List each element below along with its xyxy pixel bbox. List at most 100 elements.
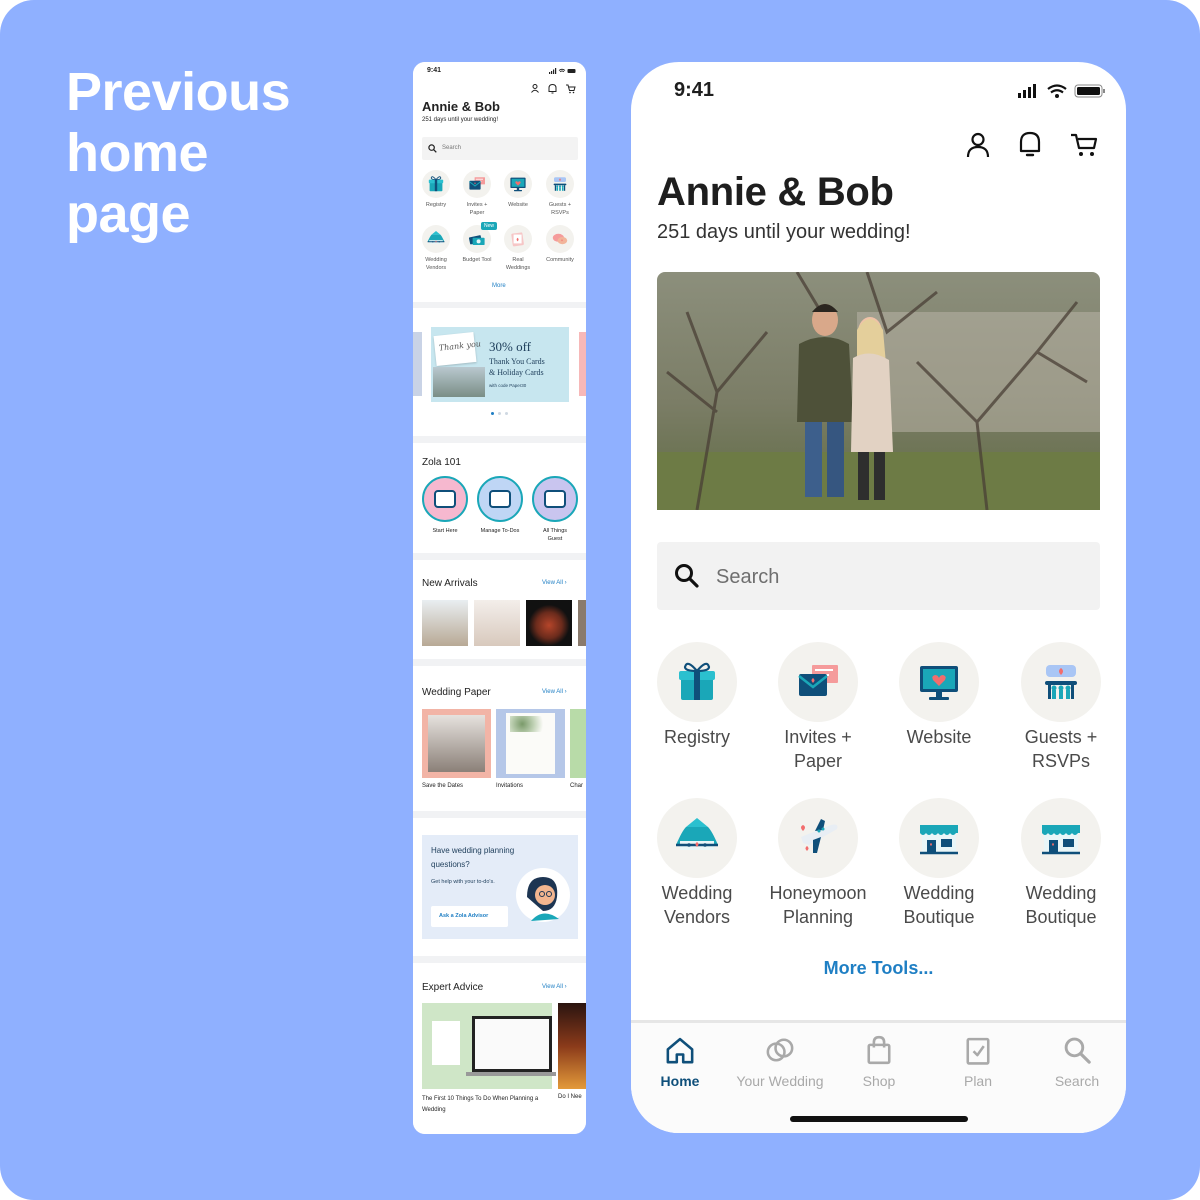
old-tool-circle (504, 170, 532, 198)
laptop-base (466, 1072, 556, 1076)
invitation-card (506, 713, 555, 774)
guests-icon (1045, 665, 1077, 699)
carousel-dot[interactable] (505, 412, 508, 415)
article-title-2[interactable]: Do I Nee (558, 1094, 582, 1100)
tool-label: Wedding Boutique (1025, 883, 1097, 927)
view-all-label: View All (542, 689, 563, 695)
tab-your-wedding[interactable]: Your Wedding (730, 1034, 830, 1089)
wedding-paper-title: Wedding Paper (422, 687, 491, 698)
old-tool-circle (422, 170, 450, 198)
guests-icon (553, 177, 567, 191)
tool-label: Registry (663, 727, 730, 747)
arrival-thumb[interactable] (422, 600, 468, 646)
tool-label: Honeymoon Planning (769, 883, 867, 927)
paper-thumb-peek[interactable] (570, 709, 586, 778)
old-tool-label: Budget Tool (462, 257, 492, 263)
arrival-thumb[interactable] (526, 600, 572, 646)
promo-card-image: Thank you (433, 331, 481, 367)
monitor-icon (920, 666, 958, 700)
old-search-placeholder: Search (442, 145, 462, 151)
wedding-paper-view-all[interactable]: View All › (542, 689, 567, 695)
zola101-title: Zola 101 (422, 457, 461, 468)
gift-icon (679, 662, 715, 700)
paper-thumb-save-the-dates[interactable] (422, 709, 491, 778)
old-tool-circle (546, 225, 574, 253)
old-header-section: 9:41 Annie & Bob 251 days until your wed… (413, 62, 586, 302)
airplane-icon (801, 819, 838, 853)
floral-decor (510, 716, 551, 732)
carousel-dot[interactable] (498, 412, 501, 415)
tab-home[interactable]: Home (631, 1034, 730, 1089)
expert-advice-title: Expert Advice (422, 982, 484, 993)
tool-icon-circle (1021, 642, 1101, 722)
advisor-card: Have wedding planning questions? Get hel… (422, 835, 578, 939)
more-tools-link[interactable]: More Tools... (631, 958, 1126, 979)
old-status-icons (549, 68, 576, 74)
old-tool-label: Guests + RSVPs (548, 202, 572, 216)
old-more-link[interactable]: More (492, 283, 506, 289)
tab-label: Search (1054, 1073, 1100, 1089)
article-title-1[interactable]: The First 10 Things To Do When Planning … (422, 1094, 542, 1116)
tab-plan[interactable]: Plan (928, 1034, 1028, 1089)
expert-advice-view-all[interactable]: View All › (542, 984, 567, 990)
tab-search[interactable]: Search (1027, 1034, 1126, 1089)
tool-icon-circle (657, 798, 737, 878)
tent-icon (427, 231, 445, 244)
arrival-thumb[interactable] (474, 600, 520, 646)
envelope-icon (798, 665, 838, 696)
envelope-icon (469, 177, 485, 190)
old-tool-circle (504, 225, 532, 253)
promo-banner[interactable]: Thank you 30% off Thank You Cards & Holi… (431, 327, 569, 402)
countdown-text: 251 days until your wedding! (657, 221, 911, 243)
zola101-label: Start Here (432, 528, 458, 534)
tool-icon-circle (899, 642, 979, 722)
old-expert-advice-section: Expert Advice View All › The First 10 Th… (413, 963, 586, 1134)
storefront-icon (920, 825, 958, 855)
tab-label: Home (660, 1073, 700, 1089)
cart-icon[interactable] (1070, 132, 1098, 158)
old-tool-label: Invites + Paper (466, 202, 488, 216)
tool-icon-circle (899, 798, 979, 878)
promo-line1: Thank You Cards (489, 357, 545, 366)
bell-icon[interactable] (1018, 130, 1042, 158)
promo-next-peek (579, 332, 586, 396)
profile-icon[interactable] (966, 132, 990, 158)
old-promo-section: Thank you 30% off Thank You Cards & Holi… (413, 308, 586, 436)
ask-advisor-button[interactable]: Ask a Zola Advisor (431, 906, 508, 927)
arrival-thumb-peek[interactable] (578, 600, 586, 646)
tool-icon-circle (778, 798, 858, 878)
search-bar[interactable]: Search (657, 542, 1100, 610)
old-tool-label: Community (546, 257, 574, 263)
old-search-bar[interactable]: Search (422, 137, 578, 160)
tool-label: Guests + RSVPs (1024, 727, 1098, 771)
new-arrivals-view-all[interactable]: View All › (542, 580, 567, 586)
article-thumb-1[interactable] (422, 1003, 556, 1089)
paper-label: Save the Dates (422, 783, 464, 789)
new-badge: New (481, 222, 498, 230)
zola101-thumb (422, 476, 468, 522)
new-home-screen: 9:41 Annie & Bob 251 days until your wed… (631, 62, 1126, 1133)
promo-photo (433, 367, 485, 397)
paper-photo (428, 715, 485, 772)
tool-icon-circle (657, 642, 737, 722)
promo-prev-peek (413, 332, 422, 396)
old-advisor-section: Have wedding planning questions? Get hel… (413, 818, 586, 956)
promo-line2: & Holiday Cards (489, 368, 544, 377)
promo-offer: 30% off (489, 339, 532, 354)
old-status-time: 9:41 (427, 67, 442, 74)
carousel-dot-active[interactable] (491, 412, 494, 415)
wifi-icon (1047, 84, 1067, 98)
advisor-avatar-icon (516, 868, 570, 922)
view-all-label: View All (542, 984, 563, 990)
zola101-label: All Things Guest (542, 528, 568, 542)
old-wedding-paper-section: Wedding Paper View All › Save the Dates … (413, 666, 586, 811)
old-couple-name: Annie & Bob (422, 99, 500, 114)
gift-icon (428, 176, 444, 192)
tent-icon (676, 818, 718, 850)
couple-name: Annie & Bob (657, 170, 894, 214)
tab-shop[interactable]: Shop (829, 1034, 929, 1089)
old-tool-circle (463, 170, 491, 198)
paper-thumb-invitations[interactable] (496, 709, 565, 778)
old-tool-circle (422, 225, 450, 253)
article-thumb-2[interactable] (558, 1003, 586, 1089)
